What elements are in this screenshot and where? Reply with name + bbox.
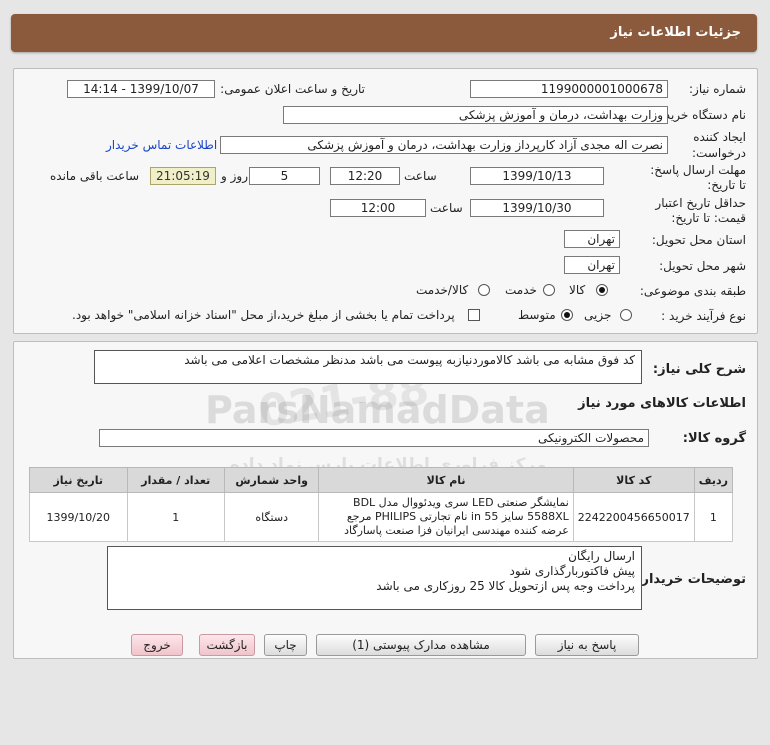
category-goods-radio[interactable] [596, 284, 608, 296]
print-button[interactable]: چاپ [264, 634, 307, 656]
category-label: طبقه بندی موضوعی: [639, 284, 746, 298]
announce-label: تاریخ و ساعت اعلان عمومی: [220, 82, 365, 96]
city-label: شهر محل تحویل: [659, 259, 746, 273]
process-minor-label: جزیی [584, 308, 612, 322]
buyer-note-line: پیش فاکتوربارگذاری شود [509, 564, 635, 578]
process-minor-radio[interactable] [620, 309, 632, 321]
cell-code: 2242200456650017 [572, 492, 695, 542]
validity-label-1: حداقل تاریخ اعتبار [655, 196, 746, 210]
need-number-label: شماره نیاز: [689, 82, 746, 96]
buyer-org-field[interactable]: وزارت بهداشت، درمان و آموزش پزشکی [283, 106, 668, 124]
col-qty: تعداد / مقدار [126, 467, 225, 493]
deadline-label-1: مهلت ارسال پاسخ: [650, 163, 746, 177]
page-header: جزئیات اطلاعات نیاز [11, 14, 757, 52]
exit-button[interactable]: خروج [131, 634, 183, 656]
contact-info-link[interactable]: اطلاعات تماس خریدار [106, 138, 217, 152]
cell-row: 1 [693, 492, 734, 542]
buyer-notes-label: توضیحات خریدار: [636, 572, 746, 587]
validity-label-2: قیمت: تا تاریخ: [671, 211, 746, 225]
reply-button[interactable]: پاسخ به نیاز [535, 634, 639, 656]
days-field[interactable]: 5 [249, 167, 320, 185]
process-label: نوع فرآیند خرید : [661, 309, 746, 323]
process-medium-label: متوسط [518, 308, 556, 322]
buyer-notes-box[interactable]: ارسال رایگان پیش فاکتوربارگذاری شود پردا… [107, 546, 642, 610]
deadline-date-field[interactable]: 1399/10/13 [470, 167, 604, 185]
cell-name: نمایشگر صنعتی LED سری ویدئووال مدل BDL 5… [318, 492, 574, 542]
goods-group-field[interactable]: محصولات الکترونیکی [99, 429, 649, 447]
remaining-label: ساعت باقی مانده [50, 169, 140, 183]
province-label: استان محل تحویل: [651, 233, 746, 247]
goods-group-label: گروه کالا: [682, 431, 746, 446]
cell-qty: 1 [126, 492, 225, 542]
buyer-note-line: ارسال رایگان [568, 549, 635, 563]
goods-table: ردیف کد کالا نام کالا واحد شمارش تعداد /… [29, 467, 734, 542]
page-title: جزئیات اطلاعات نیاز [610, 25, 741, 40]
cell-unit: دستگاه [223, 492, 320, 542]
creator-field[interactable]: نصرت اله مجدی آزاد کارپرداز وزارت بهداشت… [220, 136, 668, 154]
view-attachments-button[interactable]: مشاهده مدارک پیوستی (1) [316, 634, 526, 656]
category-both-label: کالا/خدمت [416, 283, 469, 297]
creator-label-2: درخواست: [692, 146, 746, 160]
category-service-label: خدمت [505, 283, 537, 297]
need-number-field[interactable]: 1199000001000678 [470, 80, 668, 98]
back-button[interactable]: بازگشت [199, 634, 255, 656]
city-field[interactable]: تهران [564, 256, 620, 274]
col-code: کد کالا [572, 467, 695, 493]
days-label: روز و [221, 169, 248, 183]
validity-date-field[interactable]: 1399/10/30 [470, 199, 604, 217]
treasury-payment-label: پرداخت تمام یا بخشی از مبلغ خرید،از محل … [72, 308, 455, 322]
deadline-time-field[interactable]: 12:20 [330, 167, 400, 185]
col-unit: واحد شمارش [223, 467, 320, 493]
creator-label-1: ایجاد کننده [693, 130, 746, 144]
col-date: تاریخ نیاز [29, 467, 128, 493]
validity-time-label: ساعت [430, 201, 463, 215]
buyer-note-line: پرداخت وجه پس ازتحویل کالا 25 روزکاری می… [376, 579, 635, 593]
cell-date: 1399/10/20 [29, 492, 128, 542]
deadline-time-label: ساعت [404, 169, 437, 183]
deadline-label-2: تا تاریخ: [707, 178, 746, 192]
announce-field[interactable]: 1399/10/07 - 14:14 [67, 80, 215, 98]
col-name: نام کالا [318, 467, 574, 493]
goods-section-title: اطلاعات کالاهای مورد نیاز [578, 396, 746, 411]
province-field[interactable]: تهران [564, 230, 620, 248]
table-row: 1 2242200456650017 نمایشگر صنعتی LED سری… [29, 492, 734, 542]
category-goods-label: کالا [569, 283, 586, 297]
category-service-radio[interactable] [543, 284, 555, 296]
description-label: شرح کلی نیاز: [652, 362, 746, 377]
remaining-timer: 21:05:19 [150, 167, 216, 185]
category-both-radio[interactable] [478, 284, 490, 296]
treasury-payment-checkbox[interactable] [468, 309, 480, 321]
process-medium-radio[interactable] [561, 309, 573, 321]
col-row: ردیف [693, 467, 734, 493]
validity-time-field[interactable]: 12:00 [330, 199, 426, 217]
description-box[interactable]: کد فوق مشابه می باشد کالامورد‌نیازبه پیو… [94, 350, 642, 384]
